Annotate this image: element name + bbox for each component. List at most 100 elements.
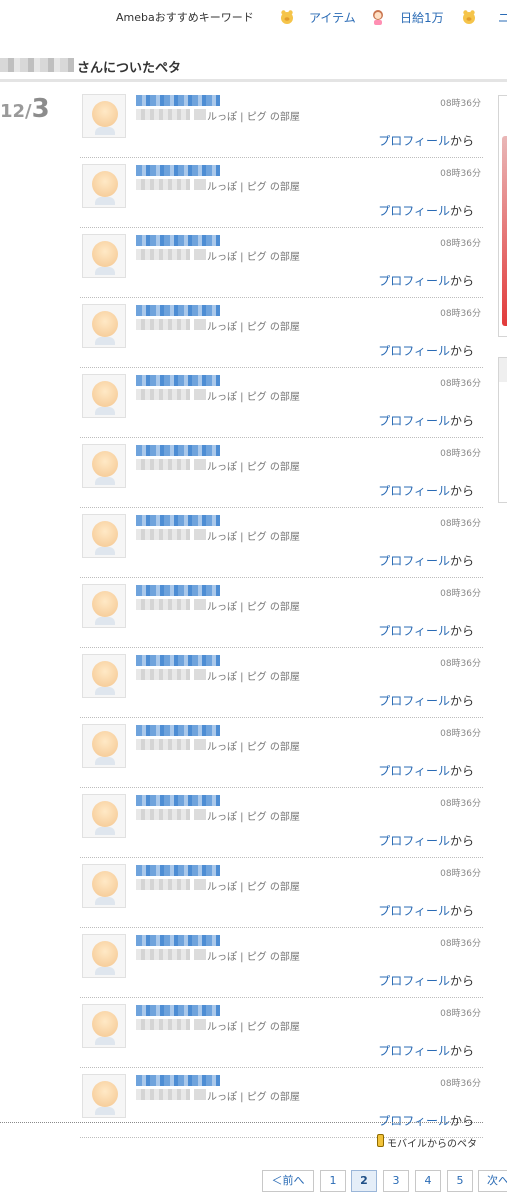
room-link-text[interactable]: ルっぽ | ピグ の部屋 bbox=[207, 248, 300, 263]
from-suffix: から bbox=[449, 904, 474, 918]
next-page-button[interactable]: 次へ bbox=[478, 1170, 507, 1192]
room-link-text[interactable]: ルっぽ | ピグ の部屋 bbox=[207, 1088, 300, 1103]
profile-link[interactable]: プロフィール bbox=[378, 764, 450, 778]
room-link-text[interactable]: ルっぽ | ピグ の部屋 bbox=[207, 178, 300, 193]
pigg-body-icon bbox=[95, 197, 115, 205]
profile-link[interactable]: プロフィール bbox=[378, 834, 450, 848]
page-button[interactable]: 5 bbox=[447, 1170, 473, 1192]
profile-link[interactable]: プロフィール bbox=[378, 204, 450, 218]
blurred-user-name-link[interactable] bbox=[136, 585, 220, 596]
avatar[interactable] bbox=[82, 724, 126, 768]
avatar[interactable] bbox=[82, 934, 126, 978]
avatar[interactable] bbox=[82, 1074, 126, 1118]
blurred-user-name-link[interactable] bbox=[136, 935, 220, 946]
nav-link-item[interactable]: アイテム bbox=[309, 9, 356, 26]
list-item: ルっぽ | ピグ の部屋 08時36分 プロフィールから bbox=[80, 89, 483, 158]
mobile-peta-label: モバイルからのペタ bbox=[387, 1139, 477, 1150]
blurred-text bbox=[194, 179, 206, 190]
from-source: プロフィールから bbox=[378, 972, 474, 989]
profile-link[interactable]: プロフィール bbox=[378, 134, 450, 148]
room-link-text[interactable]: ルっぽ | ピグ の部屋 bbox=[207, 808, 300, 823]
blurred-user-name-link[interactable] bbox=[136, 515, 220, 526]
profile-link[interactable]: プロフィール bbox=[378, 1044, 450, 1058]
room-link-text[interactable]: ルっぽ | ピグ の部屋 bbox=[207, 878, 300, 893]
prev-page-button[interactable]: ＜前へ bbox=[262, 1170, 314, 1192]
room-link-text[interactable]: ルっぽ | ピグ の部屋 bbox=[207, 738, 300, 753]
nav-link-news[interactable]: ニ bbox=[498, 9, 507, 26]
pigg-body-icon bbox=[95, 967, 115, 975]
avatar[interactable] bbox=[82, 1004, 126, 1048]
profile-link[interactable]: プロフィール bbox=[378, 554, 450, 568]
profile-link[interactable]: プロフィール bbox=[378, 694, 450, 708]
profile-link[interactable]: プロフィール bbox=[378, 624, 450, 638]
profile-link[interactable]: プロフィール bbox=[378, 344, 450, 358]
profile-link[interactable]: プロフィール bbox=[378, 484, 450, 498]
from-source: プロフィールから bbox=[378, 902, 474, 919]
avatar[interactable] bbox=[82, 444, 126, 488]
current-page-button[interactable]: 2 bbox=[351, 1170, 377, 1192]
girl-icon bbox=[371, 9, 385, 25]
avatar[interactable] bbox=[82, 374, 126, 418]
room-link-text[interactable]: ルっぽ | ピグ の部屋 bbox=[207, 318, 300, 333]
sidebar-banner[interactable] bbox=[498, 95, 507, 337]
list-item: ルっぽ | ピグ の部屋 08時36分 プロフィールから bbox=[80, 369, 483, 438]
avatar[interactable] bbox=[82, 654, 126, 698]
room-link-text[interactable]: ルっぽ | ピグ の部屋 bbox=[207, 528, 300, 543]
blurred-user-name-link[interactable] bbox=[136, 655, 220, 666]
room-link-text[interactable]: ルっぽ | ピグ の部屋 bbox=[207, 948, 300, 963]
pigg-body-icon bbox=[95, 827, 115, 835]
blurred-user-name-link[interactable] bbox=[136, 795, 220, 806]
blurred-text bbox=[194, 809, 206, 820]
blurred-text bbox=[194, 389, 206, 400]
from-suffix: から bbox=[449, 694, 474, 708]
avatar[interactable] bbox=[82, 794, 126, 838]
room-link-text[interactable]: ルっぽ | ピグ の部屋 bbox=[207, 108, 300, 123]
mobile-peta-link[interactable]: モバイルからのペタ bbox=[377, 1134, 487, 1150]
avatar[interactable] bbox=[82, 864, 126, 908]
page-button[interactable]: 3 bbox=[383, 1170, 409, 1192]
timestamp: 08時36分 bbox=[440, 1079, 481, 1089]
profile-link[interactable]: プロフィール bbox=[378, 1114, 450, 1128]
section-title: さんについたペタ bbox=[77, 61, 182, 76]
room-link-text[interactable]: ルっぽ | ピグ の部屋 bbox=[207, 458, 300, 473]
room-link-text[interactable]: ルっぽ | ピグ の部屋 bbox=[207, 598, 300, 613]
room-link-text[interactable]: ルっぽ | ピグ の部屋 bbox=[207, 388, 300, 403]
blurred-user-name-link[interactable] bbox=[136, 1075, 220, 1086]
blurred-user-name-link[interactable] bbox=[136, 725, 220, 736]
blurred-user-name-link[interactable] bbox=[136, 865, 220, 876]
page-button[interactable]: 1 bbox=[320, 1170, 346, 1192]
blurred-user-name-link[interactable] bbox=[136, 445, 220, 456]
profile-link[interactable]: プロフィール bbox=[378, 414, 450, 428]
room-link-text[interactable]: ルっぽ | ピグ の部屋 bbox=[207, 1018, 300, 1033]
from-source: プロフィールから bbox=[378, 1112, 474, 1129]
profile-link[interactable]: プロフィール bbox=[378, 974, 450, 988]
page-button[interactable]: 4 bbox=[415, 1170, 441, 1192]
list-item: ルっぽ | ピグ の部屋 08時36分 プロフィールから bbox=[80, 509, 483, 578]
nav-link-daily-pay[interactable]: 日給1万 bbox=[400, 9, 444, 26]
avatar[interactable] bbox=[82, 514, 126, 558]
list-item: ルっぽ | ピグ の部屋 08時36分プロフィールから bbox=[80, 929, 483, 998]
blurred-user-name-link[interactable] bbox=[136, 375, 220, 386]
blurred-text bbox=[194, 599, 206, 610]
profile-link[interactable]: プロフィール bbox=[378, 904, 450, 918]
timestamp: 08時36分 bbox=[440, 799, 481, 809]
blurred-text bbox=[136, 389, 190, 400]
room-link-text[interactable]: ルっぽ | ピグ の部屋 bbox=[207, 668, 300, 683]
blurred-user-name-link[interactable] bbox=[136, 165, 220, 176]
list-item: ルっぽ | ピグ の部屋 08時36分 プロフィールから bbox=[80, 719, 483, 788]
timestamp: 08時36分 bbox=[440, 589, 481, 599]
avatar[interactable] bbox=[82, 584, 126, 628]
blurred-user-name-link[interactable] bbox=[136, 95, 220, 106]
avatar[interactable] bbox=[82, 234, 126, 278]
pigg-body-icon bbox=[95, 757, 115, 765]
pigg-face-icon bbox=[92, 311, 118, 337]
blurred-user-name-link[interactable] bbox=[136, 235, 220, 246]
avatar[interactable] bbox=[82, 304, 126, 348]
blurred-text bbox=[194, 529, 206, 540]
blurred-user-name-link[interactable] bbox=[136, 1005, 220, 1016]
timestamp: 08時36分 bbox=[440, 939, 481, 949]
blurred-user-name-link[interactable] bbox=[136, 305, 220, 316]
avatar[interactable] bbox=[82, 94, 126, 138]
avatar[interactable] bbox=[82, 164, 126, 208]
profile-link[interactable]: プロフィール bbox=[378, 274, 450, 288]
